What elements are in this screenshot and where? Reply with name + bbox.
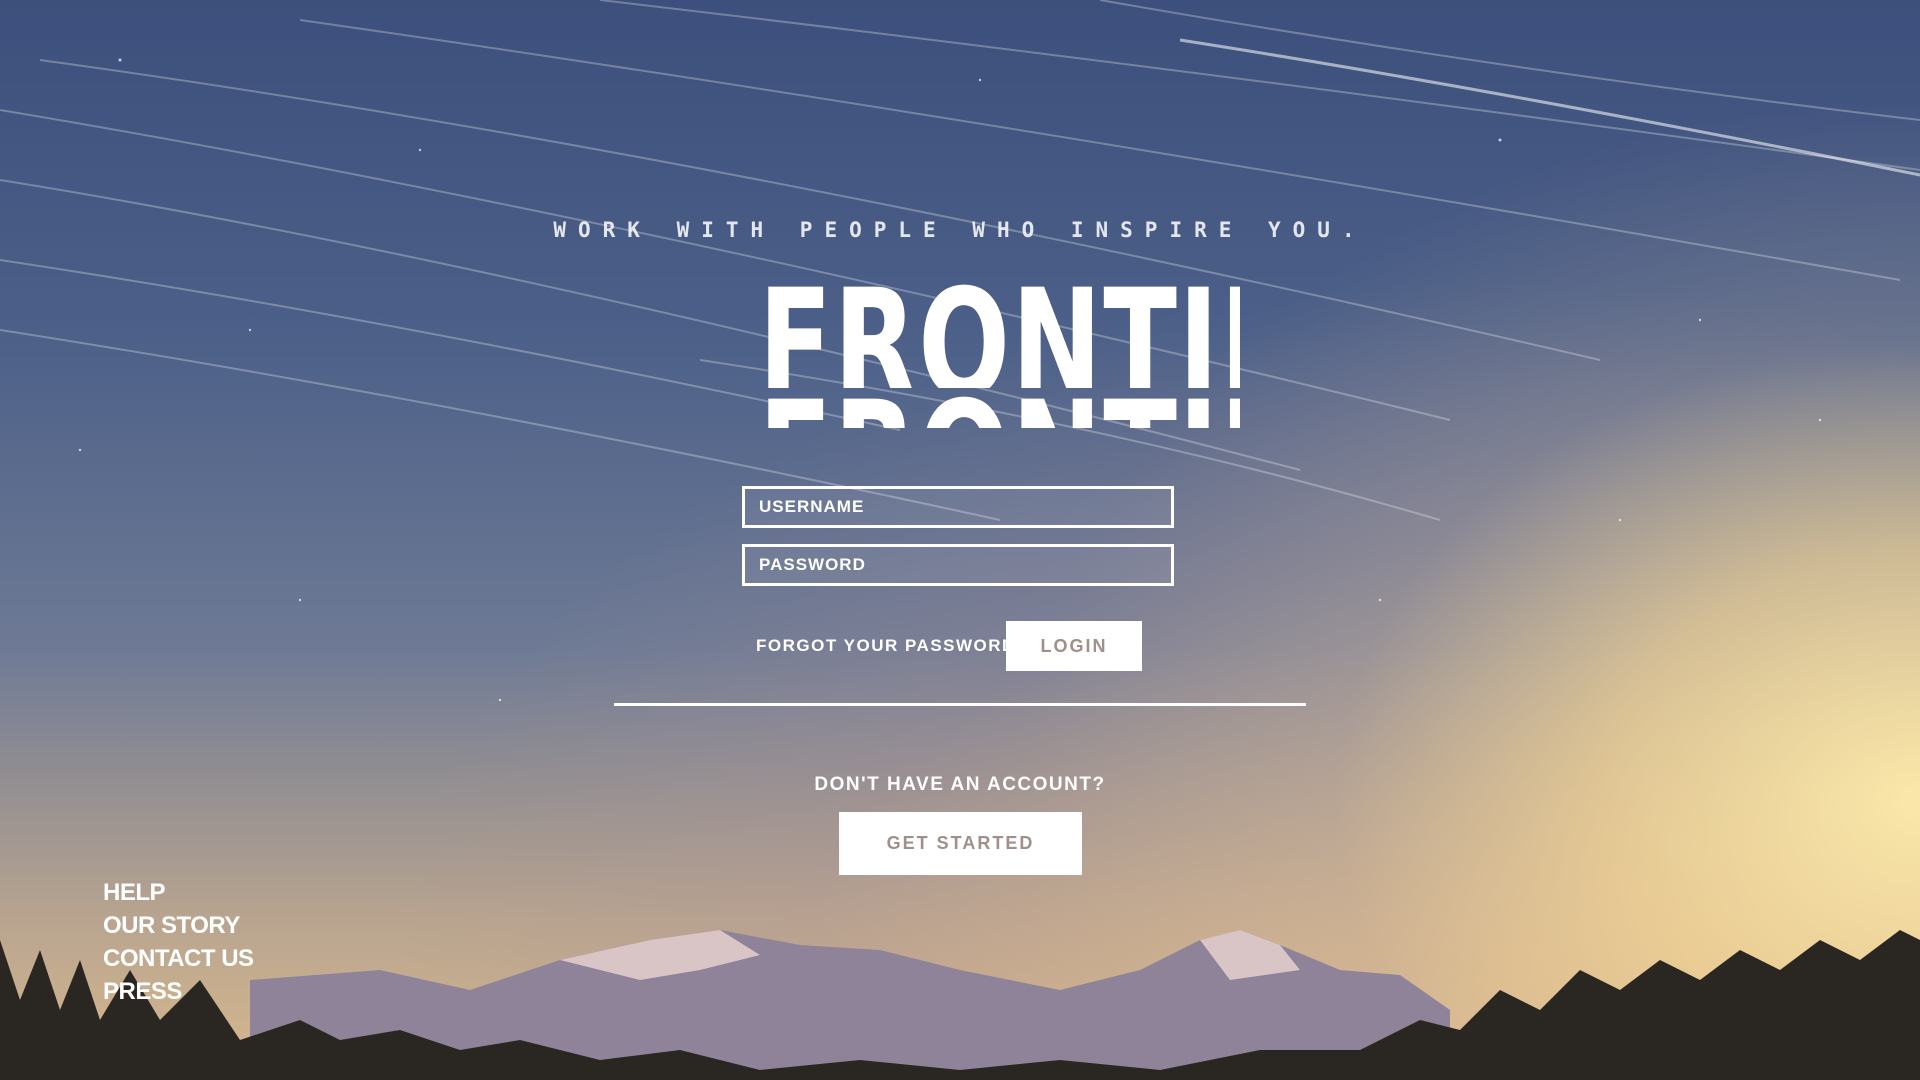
no-account-prompt: DON'T HAVE AN ACCOUNT? — [814, 774, 1106, 795]
forgot-password-link[interactable]: FORGOT YOUR PASSWORD? — [756, 636, 1028, 656]
get-started-button[interactable]: GET STARTED — [839, 812, 1082, 875]
logo-text: FRONTIER — [758, 270, 1240, 388]
password-field-container — [742, 544, 1174, 586]
frontier-logo: FRONTIER FRONTIER — [680, 270, 1240, 430]
logo-text-reflection: FRONTIER — [758, 394, 1240, 428]
footer-link-press[interactable]: PRESS — [103, 975, 254, 1008]
divider — [614, 703, 1306, 706]
footer-link-help[interactable]: HELP — [103, 876, 254, 909]
username-field-container — [742, 486, 1174, 528]
tagline: WORK WITH PEOPLE WHO INSPIRE YOU. — [553, 218, 1367, 242]
password-input[interactable] — [745, 547, 1171, 583]
footer-nav: HELP OUR STORY CONTACT US PRESS — [103, 876, 254, 1008]
login-button[interactable]: LOGIN — [1006, 621, 1142, 671]
mountain-forest-landscape — [0, 930, 1920, 1080]
footer-link-contact-us[interactable]: CONTACT US — [103, 942, 254, 975]
username-input[interactable] — [745, 489, 1171, 525]
footer-link-our-story[interactable]: OUR STORY — [103, 909, 254, 942]
